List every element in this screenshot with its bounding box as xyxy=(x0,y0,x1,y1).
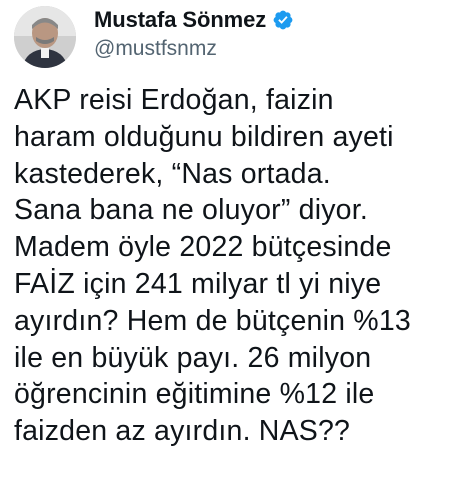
tweet-line: FAİZ için 241 milyar tl yi niye xyxy=(14,267,382,300)
tweet-line: haram olduğunu bildiren ayeti xyxy=(14,120,394,153)
tweet-header: Mustafa Sönmez @mustfsnmz xyxy=(14,3,460,73)
handle[interactable]: @mustfsnmz xyxy=(94,35,294,63)
tweet-line: faizden az ayırdın. NAS?? xyxy=(14,415,351,448)
avatar[interactable] xyxy=(14,6,76,68)
verified-badge-icon xyxy=(272,9,294,31)
tweet-line: ayırdın? Hem de bütçenin %13 xyxy=(14,304,411,337)
tweet-card: Mustafa Sönmez @mustfsnmz AKP reisi Erdo… xyxy=(0,0,474,501)
display-name-row: Mustafa Sönmez xyxy=(94,5,294,35)
tweet-text: AKP reisi Erdoğan, faizin haram olduğunu… xyxy=(14,82,460,450)
tweet-line: Madem öyle 2022 bütçesinde xyxy=(14,231,392,264)
tweet-line: kastederek, “Nas ortada. xyxy=(14,157,331,190)
display-name[interactable]: Mustafa Sönmez xyxy=(94,7,266,33)
tweet-line: öğrencinin eğitimine %12 ile xyxy=(14,378,375,411)
profile-photo-icon xyxy=(14,6,76,68)
tweet-line: ile en büyük payı. 26 milyon xyxy=(14,341,372,374)
author-identity: Mustafa Sönmez @mustfsnmz xyxy=(94,5,294,63)
tweet-line: AKP reisi Erdoğan, faizin xyxy=(14,84,334,116)
tweet-line: Sana bana ne oluyor” diyor. xyxy=(14,194,368,227)
